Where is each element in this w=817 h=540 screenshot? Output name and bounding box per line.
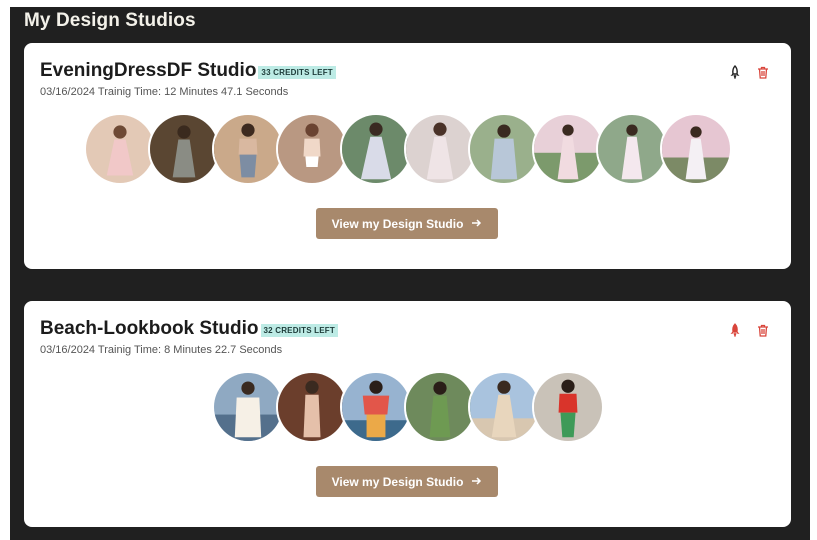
sample-image[interactable] [211,371,284,443]
credits-badge: 33 CREDITS LEFT [258,66,336,79]
design-studios-page: My Design Studios EveningDressDF Studio … [10,7,810,540]
button-label: View my Design Studio [331,474,464,489]
sample-image[interactable] [467,371,540,443]
credits-badge: 32 CREDITS LEFT [260,324,338,337]
sample-image[interactable] [339,371,412,443]
arrow-right-icon [471,217,482,231]
view-design-studio-button[interactable]: View my Design Studio [316,466,498,497]
sample-image[interactable] [147,113,220,185]
studio-header: EveningDressDF Studio 33 CREDITS LEFT [40,60,336,82]
sample-images [24,113,791,185]
sample-image[interactable] [275,371,348,443]
sample-image[interactable] [83,113,156,185]
trash-icon[interactable] [757,324,769,337]
studio-name: Beach-Lookbook Studio [40,318,259,339]
sample-image[interactable] [403,113,476,185]
training-info: 03/16/2024 Trainig Time: 12 Minutes 47.1… [40,86,289,98]
rocket-icon[interactable] [729,323,741,337]
view-design-studio-button[interactable]: View my Design Studio [316,208,498,239]
page-title: My Design Studios [24,10,196,31]
sample-image[interactable] [595,113,668,185]
studio-name: EveningDressDF Studio [40,60,257,81]
sample-image[interactable] [467,113,540,185]
card-actions [729,65,769,79]
trash-icon[interactable] [757,66,769,79]
studio-header: Beach-Lookbook Studio 32 CREDITS LEFT [40,318,338,340]
sample-image[interactable] [339,113,412,185]
sample-image[interactable] [531,113,604,185]
rocket-icon[interactable] [729,65,741,79]
studio-card: Beach-Lookbook Studio 32 CREDITS LEFT 03… [24,301,791,527]
sample-image[interactable] [531,371,604,443]
studio-card: EveningDressDF Studio 33 CREDITS LEFT 03… [24,43,791,269]
sample-image[interactable] [275,113,348,185]
sample-images [24,371,791,443]
button-label: View my Design Studio [331,216,464,231]
card-actions [729,323,769,337]
training-info: 03/16/2024 Trainig Time: 8 Minutes 22.7 … [40,344,283,356]
sample-image[interactable] [403,371,476,443]
sample-image[interactable] [211,113,284,185]
sample-image[interactable] [659,113,732,185]
arrow-right-icon [471,475,482,489]
